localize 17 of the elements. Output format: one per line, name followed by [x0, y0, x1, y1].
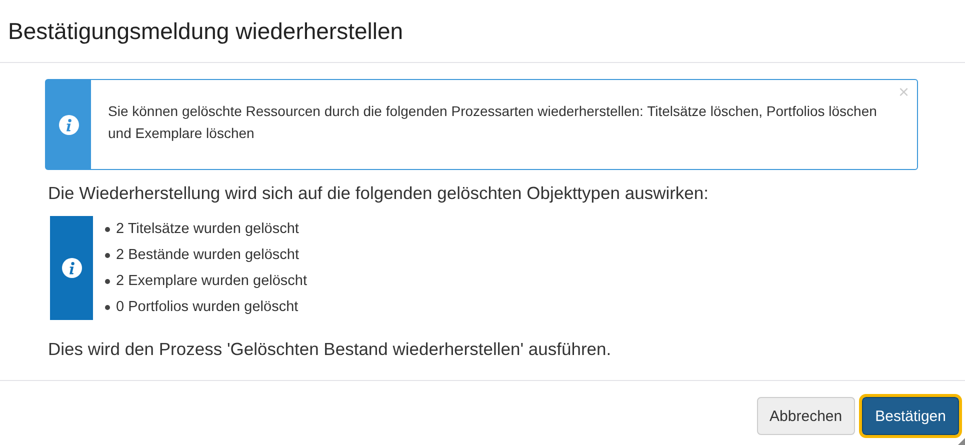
- list-item: 2 Bestände wurden gelöscht: [116, 247, 299, 263]
- bullet-icon: [105, 278, 110, 284]
- bullet-icon: [105, 226, 110, 232]
- cancel-button[interactable]: Abbrechen: [756, 397, 856, 435]
- section-heading: Die Wiederherstellung wird sich auf die folgenden gelöschten Objekttypen auswirken:: [48, 183, 710, 204]
- list-item: 0 Portfolios wurden gelöscht: [116, 299, 298, 315]
- bullet-icon: [105, 304, 110, 310]
- list-item: 2 Exemplare wurden gelöscht: [116, 273, 308, 289]
- confirm-button[interactable]: Bestätigen: [862, 397, 959, 435]
- process-note: Dies wird den Prozess 'Gelöschten Bestand wiederherstellen' ausführen.: [48, 339, 612, 360]
- alert-message: Sie können gelöschte Ressourcen durch die folgenden Prozessarten wiederherstellen: Titelsätze löschen, Portfolios löschen und Exemplare löschen: [108, 102, 877, 143]
- info-icon: [62, 258, 82, 278]
- bullet-icon: [105, 252, 110, 258]
- resize-grip-icon[interactable]: [958, 438, 965, 445]
- info-icon: [58, 114, 78, 134]
- list-item: 2 Titelsätze wurden gelöscht: [116, 221, 299, 237]
- dialog-title: Bestätigungsmeldung wiederherstellen: [8, 18, 404, 44]
